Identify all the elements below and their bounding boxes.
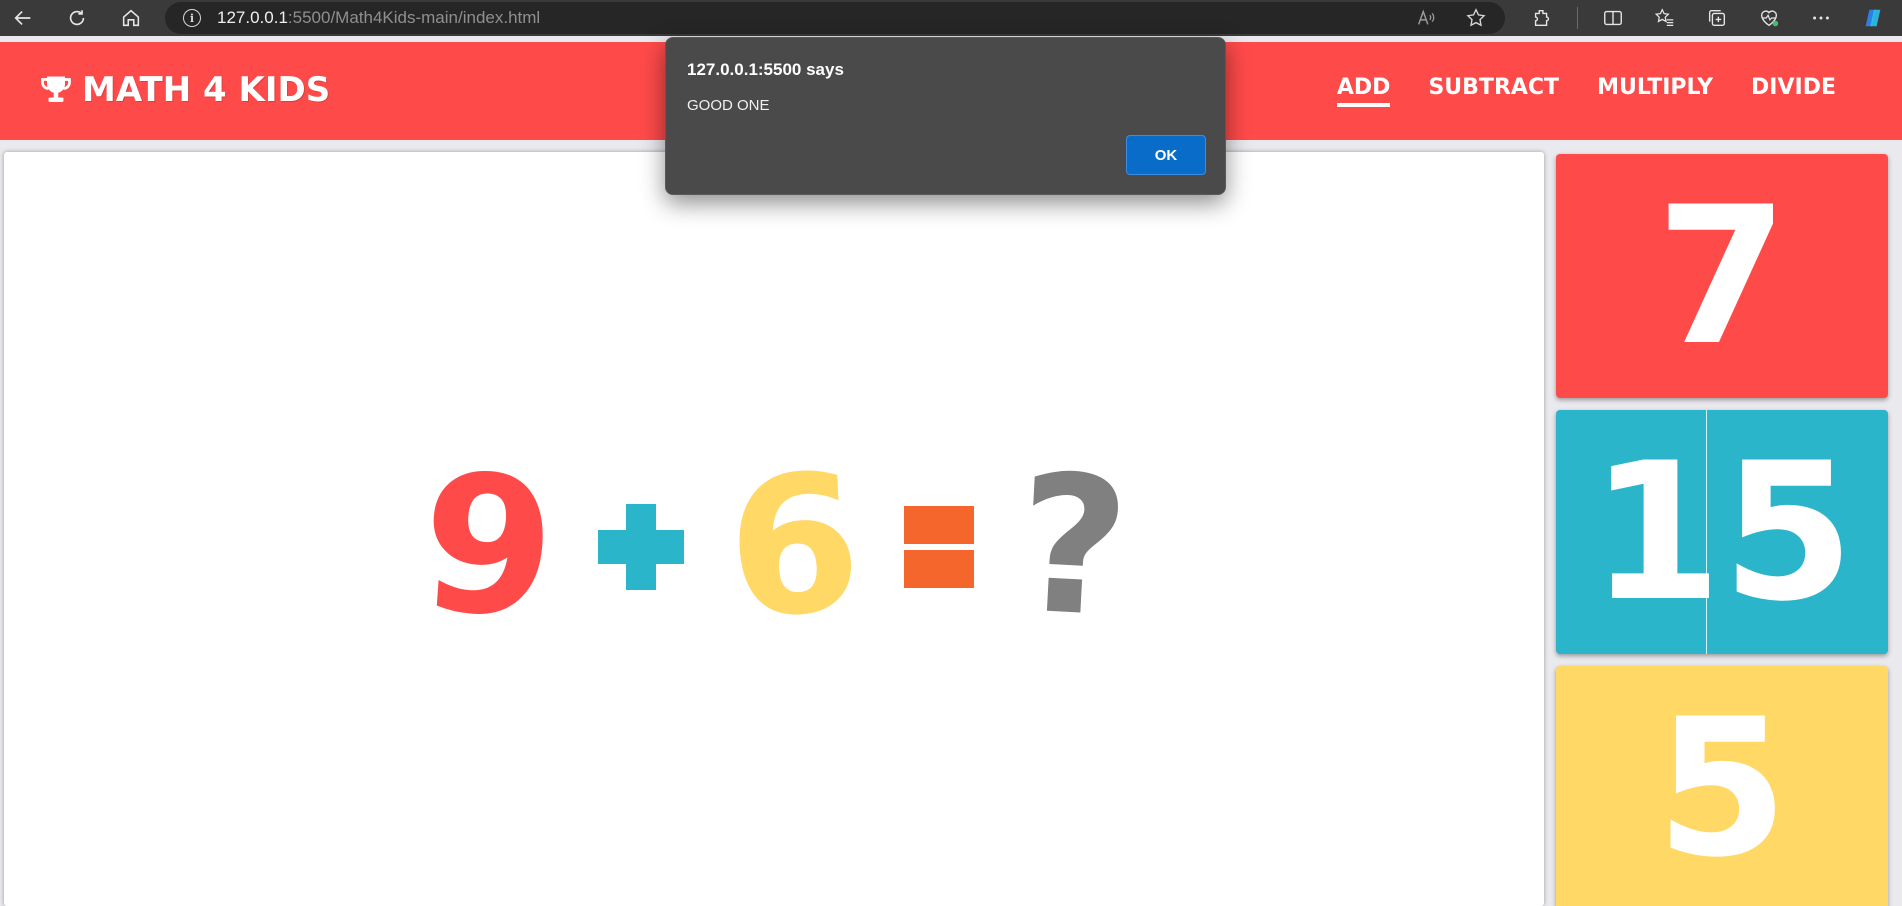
alert-dialog: 127.0.0.1:5500 says GOOD ONE OK (665, 37, 1226, 195)
alert-ok-button[interactable]: OK (1126, 135, 1206, 175)
home-button[interactable] (112, 0, 150, 36)
collections-button[interactable] (1700, 0, 1734, 36)
browser-health-icon (1760, 10, 1779, 27)
answer-option-2[interactable]: 15 (1556, 410, 1888, 654)
collections-icon (1708, 9, 1726, 27)
answer-option-2-value: 15 (1589, 421, 1855, 643)
alert-message: GOOD ONE (687, 97, 770, 114)
info-icon[interactable]: i (183, 9, 201, 27)
browser-toolbar: i 127.0.0.1:5500/Math4Kids-main/index.ht… (0, 0, 1902, 36)
address-bar[interactable]: i 127.0.0.1:5500/Math4Kids-main/index.ht… (165, 2, 1505, 34)
favorites-button[interactable] (1648, 0, 1682, 36)
split-screen-button[interactable] (1596, 0, 1630, 36)
more-button[interactable] (1804, 0, 1838, 36)
favorites-icon (1654, 8, 1674, 26)
operand-a: 9 (414, 431, 562, 662)
browser-health-button[interactable] (1752, 0, 1786, 36)
brand-title: MATH 4 KIDS (82, 70, 331, 110)
answer-option-3-value: 5 (1655, 677, 1789, 899)
favorite-star-icon[interactable] (1465, 7, 1487, 29)
answer-option-1-value: 7 (1655, 165, 1789, 387)
answer-option-3[interactable]: 5 (1556, 666, 1888, 906)
nav-add[interactable]: ADD (1336, 75, 1391, 107)
more-icon (1813, 16, 1829, 20)
extensions-icon (1534, 9, 1550, 27)
equation: 9 6 ? (414, 432, 1134, 662)
back-button[interactable] (4, 0, 42, 36)
unknown-answer: ? (1012, 433, 1135, 660)
main-nav: ADD SUBTRACT MULTIPLY DIVIDE (1336, 75, 1836, 107)
alert-title: 127.0.0.1:5500 says (687, 60, 844, 79)
operand-b: 6 (722, 432, 867, 661)
brand-logo[interactable]: MATH 4 KIDS (38, 70, 330, 110)
nav-multiply[interactable]: MULTIPLY (1597, 75, 1713, 107)
question-board: 9 6 ? (4, 152, 1544, 906)
copilot-button[interactable] (1856, 0, 1890, 36)
toolbar-separator (1577, 7, 1578, 29)
refresh-button[interactable] (58, 0, 96, 36)
equals-sign (904, 506, 975, 588)
plus-operator (598, 504, 685, 590)
home-icon (122, 9, 140, 27)
tile-divider (1706, 410, 1707, 654)
refresh-icon (69, 10, 85, 26)
extensions-button[interactable] (1525, 0, 1559, 36)
url-text: 127.0.0.1:5500/Math4Kids-main/index.html (217, 8, 541, 27)
trophy-icon (41, 76, 71, 102)
back-icon (14, 10, 31, 26)
nav-subtract[interactable]: SUBTRACT (1428, 75, 1559, 107)
answer-option-1[interactable]: 7 (1556, 154, 1888, 398)
copilot-icon (1865, 9, 1881, 27)
split-screen-icon (1604, 10, 1622, 26)
nav-divide[interactable]: DIVIDE (1751, 75, 1836, 107)
read-aloud-icon[interactable] (1415, 7, 1437, 29)
